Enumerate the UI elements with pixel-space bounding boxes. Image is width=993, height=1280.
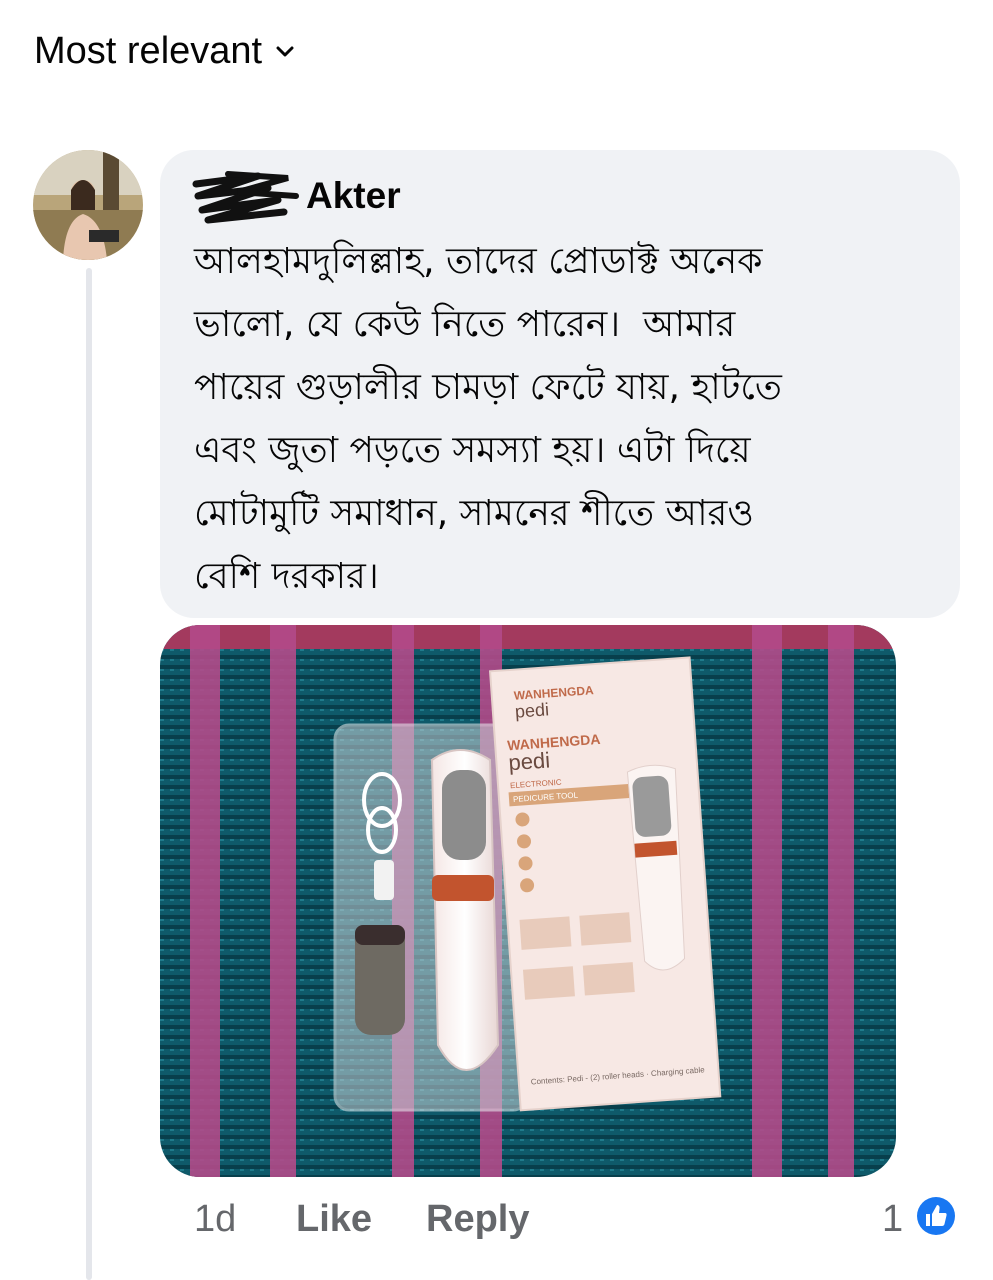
reaction-count[interactable]: 1 bbox=[882, 1198, 903, 1241]
comment-text: আলহামদুলিল্লাহ, তাদের প্রোডাক্ট অনেক ভাল… bbox=[194, 241, 782, 597]
avatar[interactable] bbox=[33, 150, 143, 260]
box-sub-top: pedi bbox=[514, 699, 549, 721]
chevron-down-icon bbox=[276, 46, 294, 56]
comment-photo[interactable]: WANHENGDA pedi WANHENGDA pedi ELECTRONIC… bbox=[160, 625, 896, 1177]
like-button[interactable]: Like bbox=[296, 1198, 372, 1241]
reply-button[interactable]: Reply bbox=[426, 1198, 529, 1241]
sort-dropdown[interactable]: Most relevant bbox=[34, 30, 294, 73]
like-reaction-icon[interactable] bbox=[912, 1192, 960, 1240]
author-name: Akter bbox=[306, 175, 401, 216]
comment-author[interactable]: Akter bbox=[192, 171, 926, 224]
comment-bubble: Akter আলহামদুলিল্লাহ, তাদের প্রোডাক্ট অন… bbox=[160, 150, 960, 618]
sort-label: Most relevant bbox=[34, 30, 263, 72]
comment-timestamp[interactable]: 1d bbox=[194, 1198, 236, 1241]
comment-actions: 1d Like Reply 1 bbox=[0, 1192, 993, 1252]
thread-line bbox=[86, 268, 92, 1280]
box-sub: pedi bbox=[508, 747, 551, 775]
redaction-scribble bbox=[192, 171, 299, 224]
